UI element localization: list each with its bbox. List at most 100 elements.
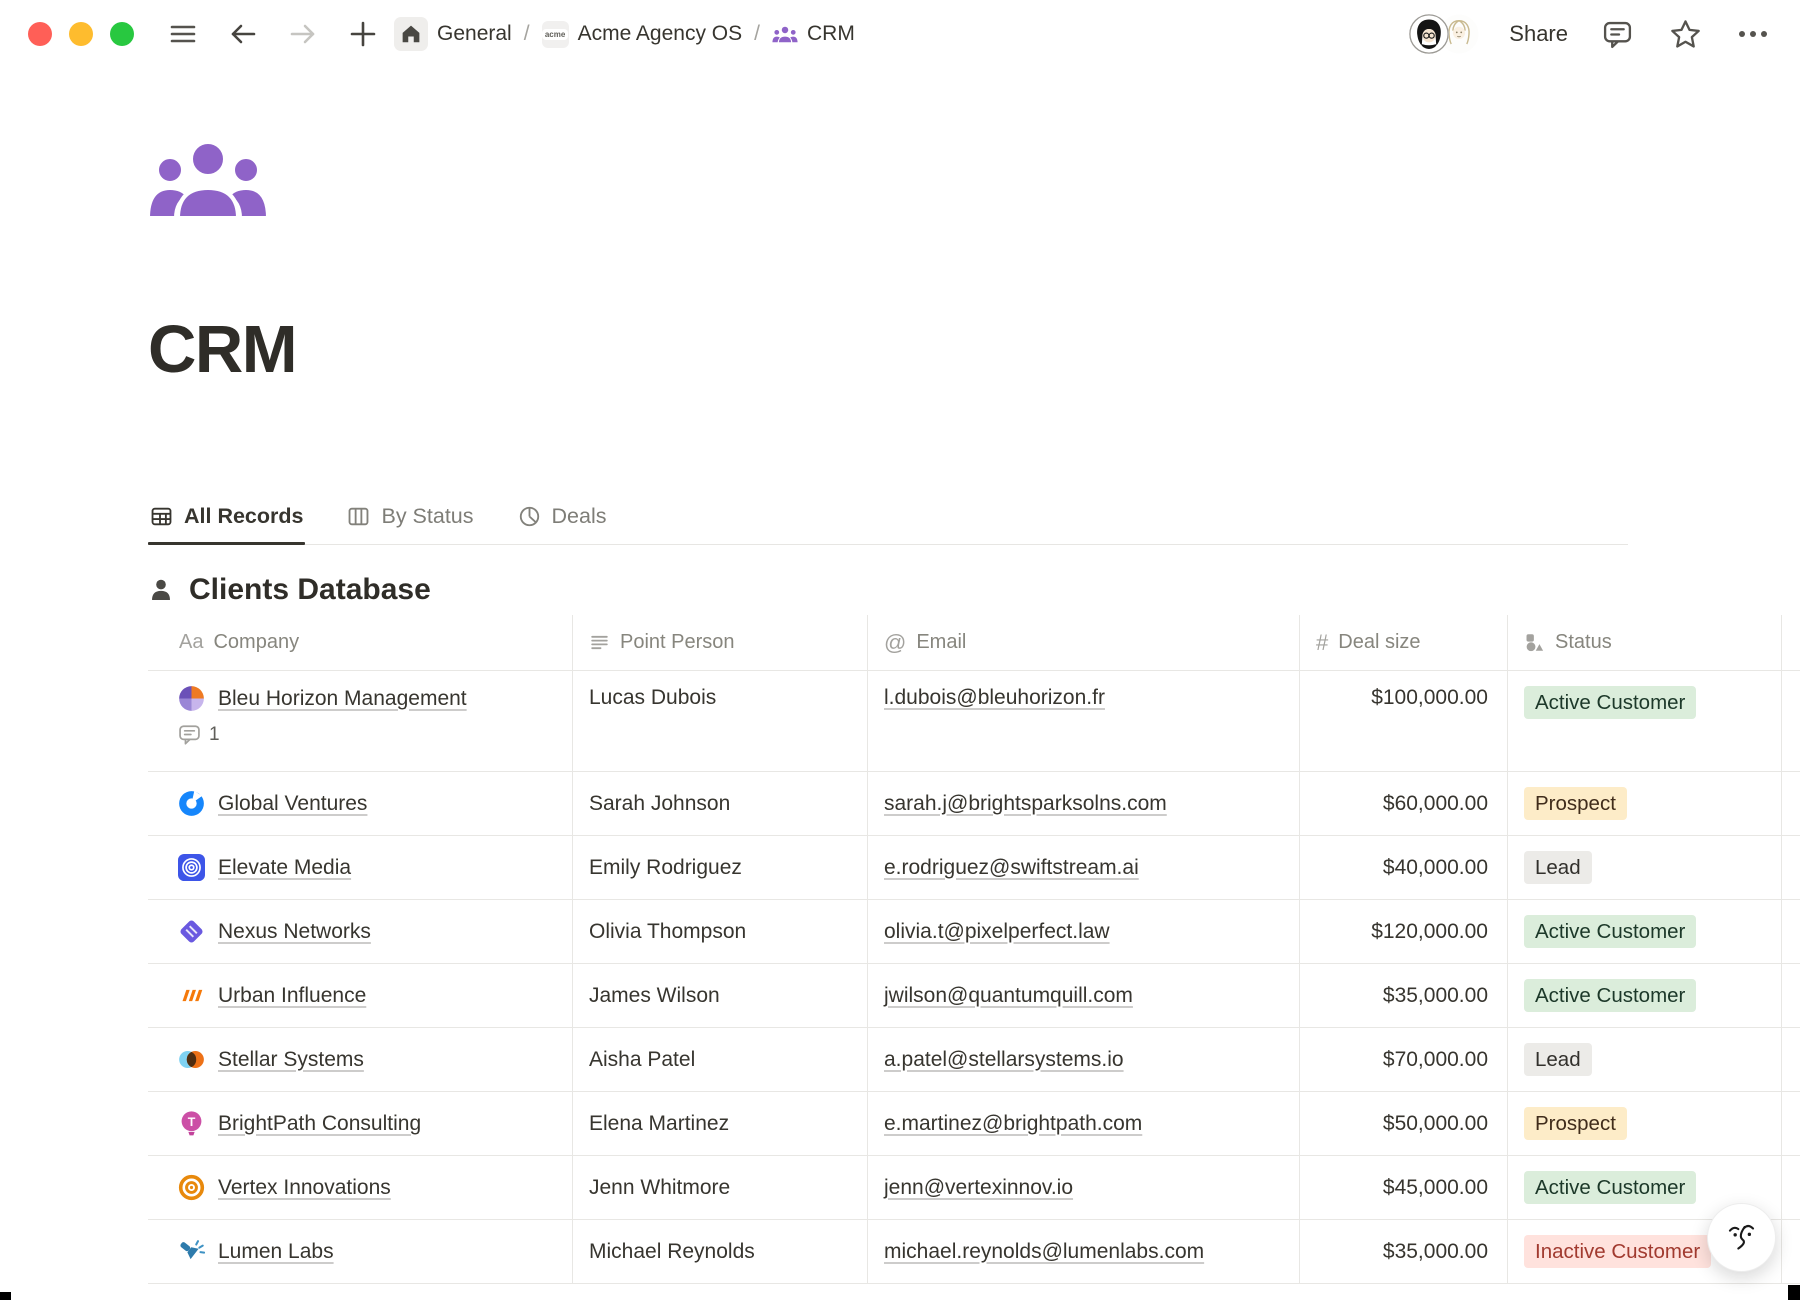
people-group-icon[interactable] — [148, 138, 268, 222]
tab-deals[interactable]: Deals — [516, 496, 609, 544]
deal-size-cell[interactable]: $35,000.00 — [1300, 964, 1508, 1027]
point-person-cell[interactable]: Elena Martinez — [573, 1092, 868, 1155]
column-header-email[interactable]: @ Email — [868, 615, 1300, 670]
email-link[interactable]: olivia.t@pixelperfect.law — [884, 920, 1110, 944]
breadcrumb-separator: / — [524, 22, 530, 46]
forward-arrow-icon[interactable] — [286, 17, 320, 51]
zoom-button[interactable] — [110, 22, 134, 46]
email-link[interactable]: l.dubois@bleuhorizon.fr — [884, 686, 1105, 710]
company-link[interactable]: Lumen Labs — [218, 1240, 334, 1264]
point-person-cell[interactable]: Olivia Thompson — [573, 900, 868, 963]
table-row[interactable]: Vertex Innovations Jenn Whitmore jenn@vert… — [148, 1156, 1800, 1220]
deal-size-cell[interactable]: $50,000.00 — [1300, 1092, 1508, 1155]
column-header-point-person[interactable]: Point Person — [573, 615, 868, 670]
point-person-cell[interactable]: Jenn Whitmore — [573, 1156, 868, 1219]
hamburger-menu-icon[interactable] — [166, 17, 200, 51]
breadcrumb-general[interactable]: General — [394, 17, 512, 51]
table-row[interactable]: Elevate Media Emily Rodriguez e.rodriguez@… — [148, 836, 1800, 900]
column-header-spacer — [1782, 615, 1800, 670]
company-link[interactable]: BrightPath Consulting — [218, 1112, 421, 1136]
status-badge: Active Customer — [1524, 1171, 1696, 1204]
row-spacer-cell — [1782, 836, 1800, 899]
table-row[interactable]: TBrightPath ConsultingElena Martineze.ma… — [148, 1092, 1800, 1156]
global-ventures-logo-icon — [178, 790, 205, 817]
company-link[interactable]: Global Ventures — [218, 792, 367, 816]
point-person-cell[interactable]: Aisha Patel — [573, 1028, 868, 1091]
table-row[interactable]: Global Ventures Sarah Johnson sarah.j@brig… — [148, 772, 1800, 836]
company-link[interactable]: Bleu Horizon Management — [218, 687, 467, 711]
deal-size-cell[interactable]: $70,000.00 — [1300, 1028, 1508, 1091]
presence-avatars[interactable] — [1409, 14, 1479, 54]
table-row[interactable]: Urban Influence James Wilson jwilson@quant… — [148, 964, 1800, 1028]
row-spacer-cell — [1782, 671, 1800, 771]
email-link[interactable]: jwilson@quantumquill.com — [884, 984, 1133, 1008]
deal-size-cell[interactable]: $100,000.00 — [1300, 671, 1508, 771]
table-row[interactable]: Bleu Horizon Management 1 Lucas Dubois l.du… — [148, 671, 1800, 772]
status-cell[interactable]: Prospect — [1508, 772, 1782, 835]
star-icon[interactable] — [1666, 15, 1704, 53]
column-header-status[interactable]: Status — [1508, 615, 1782, 670]
company-cell: Nexus Networks — [148, 900, 573, 963]
back-arrow-icon[interactable] — [226, 17, 260, 51]
deal-size-cell[interactable]: $120,000.00 — [1300, 900, 1508, 963]
close-button[interactable] — [28, 22, 52, 46]
status-cell[interactable]: Active Customer — [1508, 964, 1782, 1027]
point-person-cell[interactable]: Lucas Dubois — [573, 671, 868, 771]
status-cell[interactable]: Active Customer — [1508, 900, 1782, 963]
company-cell: Bleu Horizon Management 1 — [148, 671, 573, 771]
share-button[interactable]: Share — [1509, 21, 1568, 47]
column-label: Point Person — [620, 631, 735, 654]
deal-size-cell[interactable]: $40,000.00 — [1300, 836, 1508, 899]
comment-bubble-icon[interactable] — [1598, 15, 1636, 53]
company-link[interactable]: Nexus Networks — [218, 920, 371, 944]
point-person-cell[interactable]: Michael Reynolds — [573, 1220, 868, 1283]
column-header-deal-size[interactable]: # Deal size — [1300, 615, 1508, 670]
minimize-button[interactable] — [69, 22, 93, 46]
breadcrumb-acme-agency-os[interactable]: acme Acme Agency OS — [542, 21, 743, 48]
home-icon — [394, 17, 428, 51]
company-link[interactable]: Vertex Innovations — [218, 1176, 391, 1200]
row-spacer-cell — [1782, 772, 1800, 835]
status-shapes-icon — [1524, 632, 1545, 653]
email-link[interactable]: jenn@vertexinnov.io — [884, 1176, 1073, 1200]
point-person-cell[interactable]: James Wilson — [573, 964, 868, 1027]
new-page-plus-icon[interactable] — [346, 17, 380, 51]
nexus-networks-logo-icon — [178, 918, 205, 945]
deal-size-cell[interactable]: $60,000.00 — [1300, 772, 1508, 835]
pie-chart-icon — [518, 505, 541, 528]
status-cell[interactable]: Lead — [1508, 1028, 1782, 1091]
status-badge: Inactive Customer — [1524, 1235, 1711, 1268]
company-link[interactable]: Stellar Systems — [218, 1048, 364, 1072]
email-link[interactable]: a.patel@stellarsystems.io — [884, 1048, 1124, 1072]
point-person-cell[interactable]: Emily Rodriguez — [573, 836, 868, 899]
notion-ai-button[interactable] — [1707, 1203, 1776, 1272]
comment-count-badge[interactable]: 1 — [178, 723, 220, 746]
company-cell: Urban Influence — [148, 964, 573, 1027]
tab-by-status[interactable]: By Status — [345, 496, 475, 544]
email-link[interactable]: sarah.j@brightsparksolns.com — [884, 792, 1167, 816]
email-link[interactable]: michael.reynolds@lumenlabs.com — [884, 1240, 1204, 1264]
table-row[interactable]: Nexus Networks Olivia Thompson olivia.t@pi… — [148, 900, 1800, 964]
tab-all-records[interactable]: All Records — [148, 496, 305, 544]
deal-size-cell[interactable]: $45,000.00 — [1300, 1156, 1508, 1219]
email-link[interactable]: e.rodriguez@swiftstream.ai — [884, 856, 1139, 880]
column-header-company[interactable]: Aa Company — [148, 615, 573, 670]
table-row[interactable]: Stellar Systems Aisha Patel a.patel@stella… — [148, 1028, 1800, 1092]
email-link[interactable]: e.martinez@brightpath.com — [884, 1112, 1142, 1136]
point-person-cell[interactable]: Sarah Johnson — [573, 772, 868, 835]
status-cell[interactable]: Prospect — [1508, 1092, 1782, 1155]
table-row[interactable]: Lumen Labs Michael Reynolds michael.reynol… — [148, 1220, 1800, 1284]
row-spacer-cell — [1782, 1220, 1800, 1283]
company-link[interactable]: Elevate Media — [218, 856, 351, 880]
screenshot-artifact — [1788, 1285, 1800, 1300]
company-link[interactable]: Urban Influence — [218, 984, 366, 1008]
ellipsis-icon[interactable] — [1734, 15, 1772, 53]
deal-size-cell[interactable]: $35,000.00 — [1300, 1220, 1508, 1283]
breadcrumb-crm[interactable]: CRM — [772, 22, 855, 46]
column-label: Deal size — [1338, 631, 1420, 654]
row-spacer-cell — [1782, 1092, 1800, 1155]
status-cell[interactable]: Lead — [1508, 836, 1782, 899]
acme-logo-icon: acme — [542, 21, 569, 48]
email-cell: olivia.t@pixelperfect.law — [868, 900, 1300, 963]
status-cell[interactable]: Active Customer — [1508, 671, 1782, 771]
